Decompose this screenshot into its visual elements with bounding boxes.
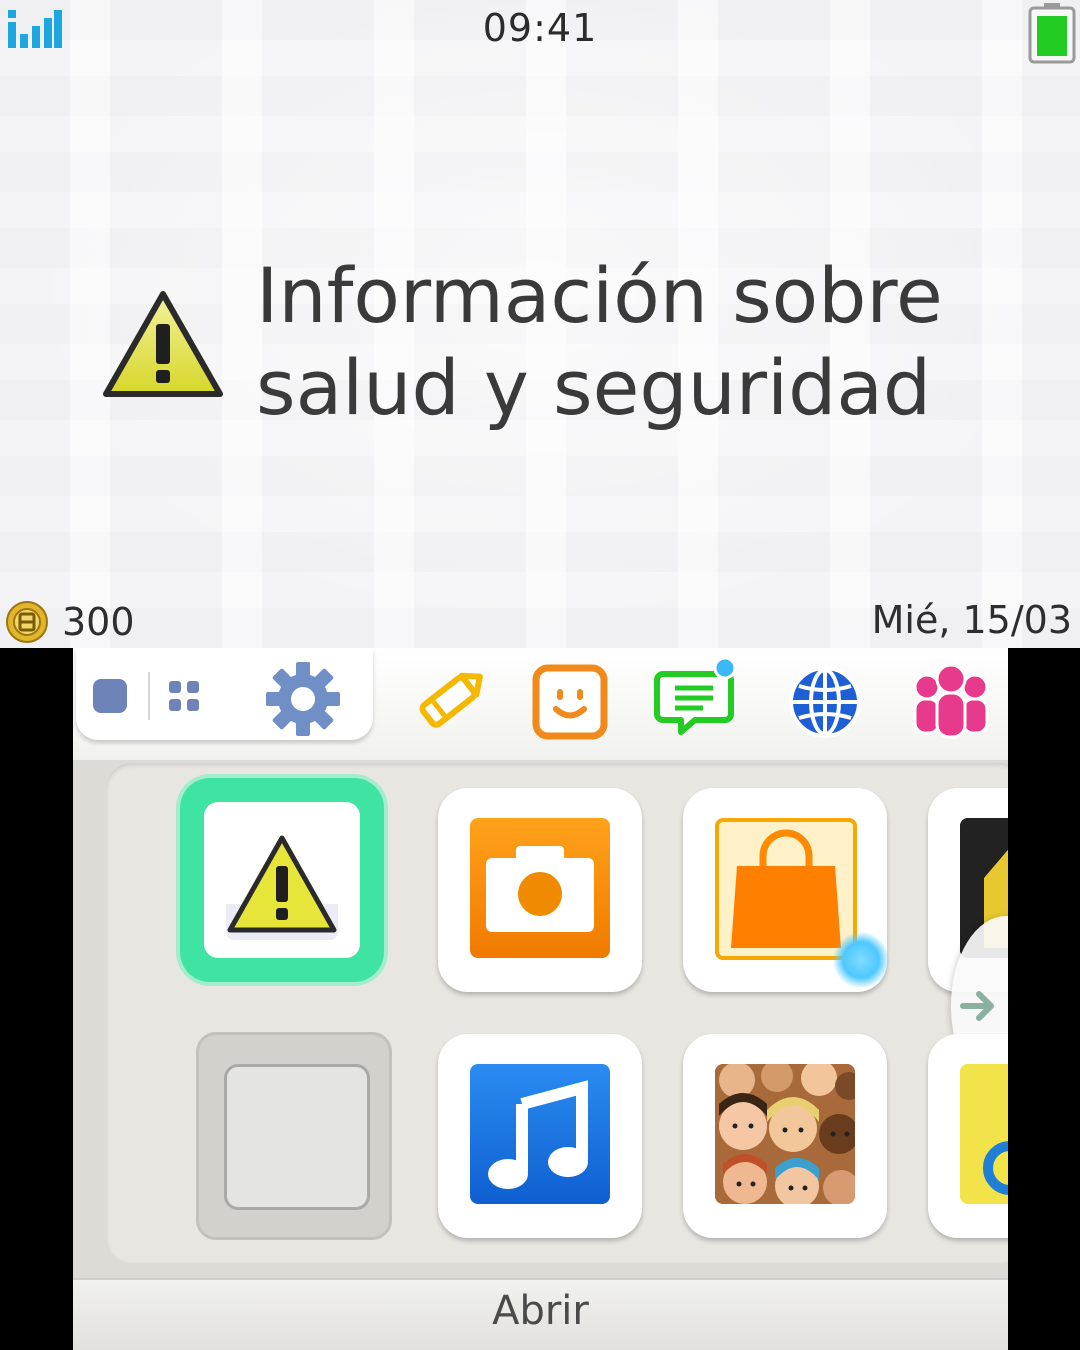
settings-gear-icon: [266, 662, 340, 736]
internet-browser-icon: [789, 666, 861, 738]
sound-tile[interactable]: [438, 1034, 642, 1238]
friend-list-icon: [532, 664, 608, 740]
health-safety-tile[interactable]: [180, 778, 384, 982]
notification-dot: [713, 656, 737, 680]
music-note-icon: [488, 1080, 588, 1189]
title-line-2: salud y seguridad: [256, 343, 932, 432]
status-time: 09:41: [482, 6, 598, 50]
bottom-screen: Abrir: [73, 648, 1008, 1350]
camera-tile[interactable]: [438, 788, 642, 992]
miiverse-button[interactable]: [905, 658, 997, 748]
mii-maker-tile[interactable]: [683, 1034, 887, 1238]
battery-icon: [1028, 3, 1076, 64]
shopping-bag-icon: [731, 829, 841, 948]
open-button[interactable]: Abrir: [73, 1288, 1008, 1334]
game-notes-button[interactable]: [406, 656, 494, 744]
brightness-square-icon: [93, 679, 127, 713]
warning-icon: [227, 835, 337, 933]
date-text: Mié, 15/03: [871, 598, 1072, 642]
cursor-glow: [833, 932, 889, 988]
top-screen: 09:41 Información sobre salud y segurida…: [0, 0, 1080, 648]
partial-tile-right-bottom[interactable]: [928, 1034, 1008, 1238]
grid-size-button[interactable]: [164, 676, 204, 716]
warning-icon: [103, 291, 223, 397]
camera-icon: [486, 846, 594, 932]
settings-button[interactable]: [262, 658, 344, 740]
page-title: Información sobre salud y seguridad: [256, 250, 943, 434]
empty-slot-icon: [224, 1064, 370, 1210]
layout-panel: [76, 648, 373, 740]
title-line-1: Información sobre: [256, 251, 943, 340]
brightness-button[interactable]: [90, 676, 130, 716]
arrow-right-icon: [960, 991, 994, 1021]
empty-slot-tile[interactable]: [196, 1032, 392, 1240]
notifications-icon: [654, 656, 737, 735]
coin-count: 300: [62, 600, 135, 644]
friend-list-button[interactable]: [528, 660, 612, 744]
partial-app-icon: [960, 1064, 1008, 1204]
internet-browser-button[interactable]: [781, 658, 869, 746]
game-notes-icon: [419, 672, 483, 728]
miiverse-icon: [913, 663, 989, 739]
divider: [148, 672, 150, 720]
play-coin-icon: [6, 601, 48, 643]
mii-faces-icon: [715, 1064, 855, 1204]
grid-size-icon: [169, 681, 199, 711]
bottom-bar: Abrir: [73, 1278, 1008, 1350]
notifications-button[interactable]: [653, 656, 741, 744]
